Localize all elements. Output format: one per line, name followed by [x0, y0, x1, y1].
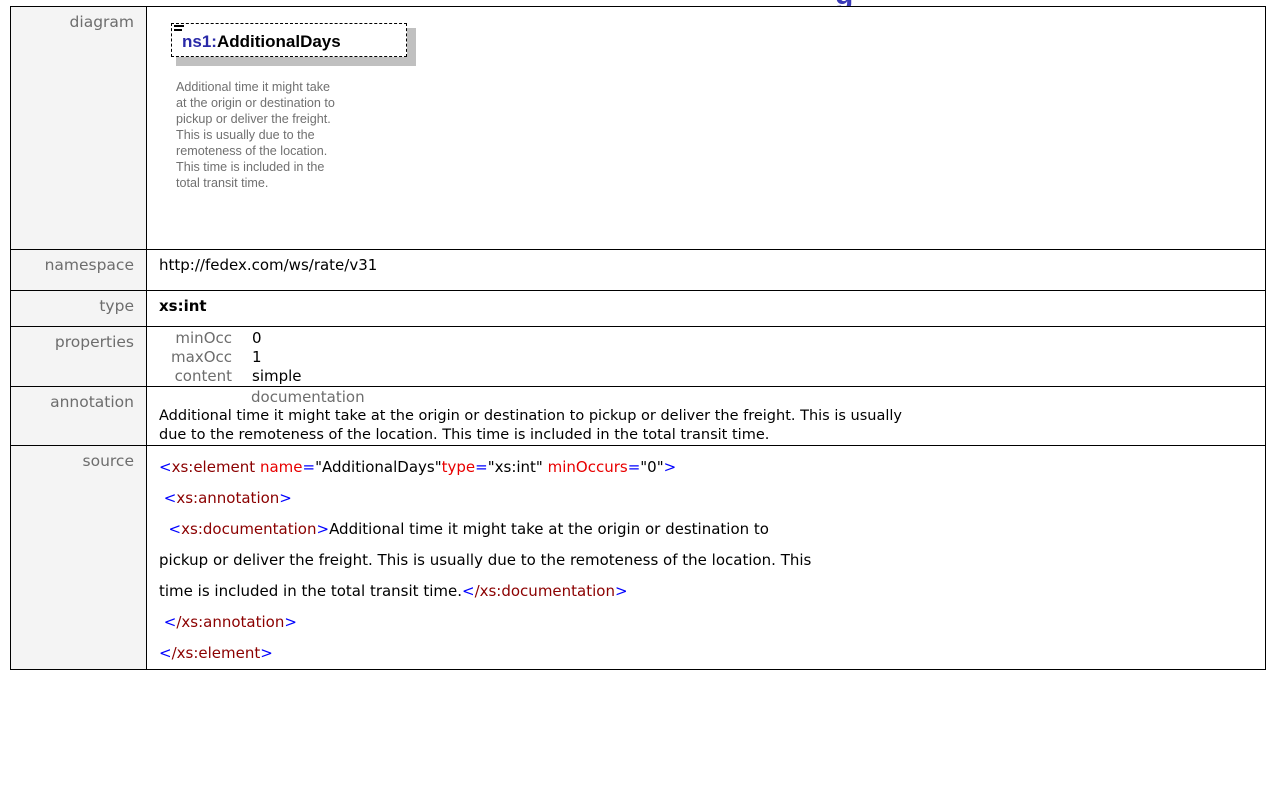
property-value: 0: [252, 329, 262, 347]
diagram-element-prefix: ns1:: [182, 32, 217, 51]
source-line: <xs:annotation>: [163, 489, 292, 507]
diagram-element-name: AdditionalDays: [216, 32, 341, 51]
properties-row: properties minOcc 0 maxOcc 1 content simple: [10, 326, 1266, 387]
source-code: <xs:element name="AdditionalDays"type="x…: [146, 445, 1266, 670]
diagram-cell: ns1:AdditionalDays Additional time it mi…: [146, 6, 1266, 250]
source-row: source <xs:element name="AdditionalDays"…: [10, 445, 1266, 670]
xml-element-name: /xs:annotation: [176, 613, 285, 631]
source-line: </xs:element>: [159, 644, 273, 662]
property-row: maxOcc 1: [159, 348, 1253, 367]
xml-attr-value: "0": [640, 458, 664, 476]
annotation-lines-icon: [174, 25, 186, 35]
annotation-label: annotation: [10, 386, 147, 446]
diagram-doc-line: total transit time.: [176, 176, 269, 190]
diagram-doc-line: This is usually due to the: [176, 128, 315, 142]
annotation-line: due to the remoteness of the location. T…: [159, 427, 770, 443]
property-value: 1: [252, 348, 262, 366]
xml-element-name: xs:annotation: [176, 489, 280, 507]
annotation-text: Additional time it might take at the ori…: [159, 407, 1253, 445]
annotation-cell: documentation Additional time it might t…: [146, 386, 1266, 446]
documentation-label: documentation: [251, 388, 365, 406]
xml-attr-name: type: [441, 458, 476, 476]
diagram-row: diagram ns1:AdditionalDays Additional ti…: [10, 6, 1266, 250]
xml-attr-name: minOccurs: [547, 458, 628, 476]
property-key: maxOcc: [171, 348, 232, 366]
xml-element-name: xs:documentation: [181, 520, 317, 538]
property-value: simple: [252, 367, 302, 385]
diagram-doc-line: at the origin or destination to: [176, 96, 335, 110]
annotation-row: annotation documentation Additional time…: [10, 386, 1266, 446]
xml-element-name: xs:element: [171, 458, 256, 476]
element-doc-table: diagram ns1:AdditionalDays Additional ti…: [10, 6, 1266, 670]
xml-attr-value: "AdditionalDays": [315, 458, 442, 476]
diagram-doc-line: pickup or deliver the freight.: [176, 112, 331, 126]
property-key: minOcc: [175, 329, 232, 347]
xml-text: time is included in the total transit ti…: [159, 582, 462, 600]
properties-list: minOcc 0 maxOcc 1 content simple: [159, 329, 1253, 386]
namespace-row: namespace http://fedex.com/ws/rate/v31: [10, 249, 1266, 291]
xml-attr-name: name: [259, 458, 303, 476]
xml-text: Additional time it might take at the ori…: [329, 520, 769, 538]
diagram-element-box[interactable]: ns1:AdditionalDays: [171, 23, 417, 66]
xml-attr-value: "xs:int": [487, 458, 543, 476]
xml-element-name: /xs:element: [171, 644, 261, 662]
type-label: type: [10, 290, 147, 327]
annotation-line: Additional time it might take at the ori…: [159, 408, 902, 424]
diagram-documentation: Additional time it might take at the ori…: [176, 79, 426, 191]
source-label: source: [10, 445, 147, 670]
diagram-label: diagram: [10, 6, 147, 250]
type-row: type xs:int: [10, 290, 1266, 327]
diagram-doc-line: This time is included in the: [176, 160, 325, 174]
property-key: content: [174, 367, 232, 385]
property-row: content simple: [159, 367, 1253, 386]
type-value: xs:int: [146, 290, 1266, 327]
diagram-element[interactable]: ns1:AdditionalDays: [171, 23, 407, 57]
property-row: minOcc 0: [159, 329, 1253, 348]
diagram-doc-line: Additional time it might take: [176, 80, 330, 94]
properties-cell: minOcc 0 maxOcc 1 content simple: [146, 326, 1266, 387]
namespace-value: http://fedex.com/ws/rate/v31: [146, 249, 1266, 291]
source-line: <xs:element name="AdditionalDays"type="x…: [159, 458, 677, 476]
source-line: <xs:documentation>Additional time it mig…: [168, 520, 769, 538]
diagram-doc-line: remoteness of the location.: [176, 144, 328, 158]
properties-label: properties: [10, 326, 147, 387]
type-value-text[interactable]: xs:int: [159, 297, 207, 315]
source-line: </xs:annotation>: [163, 613, 297, 631]
xml-element-name: /xs:documentation: [474, 582, 615, 600]
source-line: pickup or deliver the freight. This is u…: [159, 545, 1253, 576]
xml-text: pickup or deliver the freight. This is u…: [159, 551, 812, 569]
source-line: time is included in the total transit ti…: [159, 582, 628, 600]
namespace-label: namespace: [10, 249, 147, 291]
